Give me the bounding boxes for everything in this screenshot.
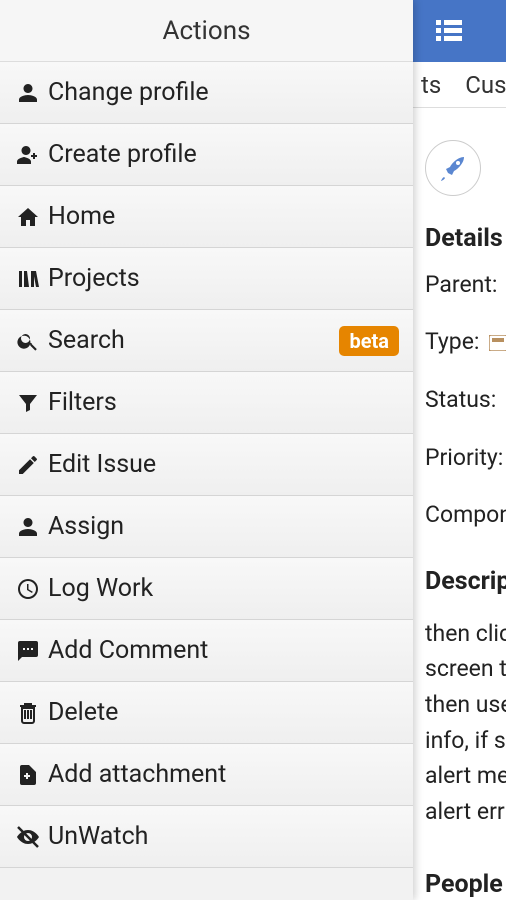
person-icon — [14, 81, 42, 105]
menu-item-home[interactable]: Home — [0, 186, 413, 248]
trash-icon — [14, 701, 42, 725]
edit-icon — [14, 453, 42, 477]
menu-item-label: Edit Issue — [48, 450, 399, 479]
person-plus-icon — [14, 143, 42, 167]
menu-item-projects[interactable]: Projects — [0, 248, 413, 310]
beta-badge: beta — [339, 326, 399, 356]
issue-detail-panel: ts Cus Details Parent: Type: Status: Pri… — [413, 0, 506, 900]
drawer-title: Actions — [0, 0, 413, 62]
eye-slash-icon — [14, 825, 42, 849]
tab-item[interactable]: ts — [421, 71, 441, 99]
menu-item-filters[interactable]: Filters — [0, 372, 413, 434]
menu-item-add-comment[interactable]: Add Comment — [0, 620, 413, 682]
menu-item-label: Add Comment — [48, 636, 399, 665]
menu-item-label: Filters — [48, 388, 399, 417]
person-icon — [14, 515, 42, 539]
drawer-menu: Change profile Create profile Home Projects… — [0, 62, 413, 868]
comment-icon — [14, 639, 42, 663]
menu-item-edit-issue[interactable]: Edit Issue — [0, 434, 413, 496]
projects-icon — [14, 267, 42, 291]
components-field-label: Compon — [425, 497, 506, 533]
list-button[interactable] — [429, 11, 469, 51]
rocket-icon — [434, 149, 472, 187]
menu-item-change-profile[interactable]: Change profile — [0, 62, 413, 124]
list-icon — [436, 20, 462, 42]
issue-detail-body: Details Parent: Type: Status: Priority: … — [413, 108, 506, 900]
menu-item-create-profile[interactable]: Create profile — [0, 124, 413, 186]
menu-item-label: Delete — [48, 698, 399, 727]
parent-field-label: Parent: — [425, 267, 506, 303]
type-badge-icon — [489, 335, 506, 351]
project-avatar — [425, 140, 481, 196]
menu-item-label: Add attachment — [48, 760, 399, 789]
filter-icon — [14, 391, 42, 415]
menu-item-label: Create profile — [48, 140, 399, 169]
type-field-label: Type: — [425, 324, 506, 360]
menu-item-delete[interactable]: Delete — [0, 682, 413, 744]
file-plus-icon — [14, 763, 42, 787]
toolbar — [413, 0, 506, 62]
menu-item-assign[interactable]: Assign — [0, 496, 413, 558]
menu-item-unwatch[interactable]: UnWatch — [0, 806, 413, 868]
menu-item-label: Home — [48, 202, 399, 231]
description-text: then clic screen t then use info, if s a… — [425, 616, 506, 830]
people-heading: People — [425, 866, 506, 900]
menu-item-search[interactable]: Searchbeta — [0, 310, 413, 372]
description-heading: Descript — [425, 563, 506, 602]
menu-item-label: Search — [48, 326, 339, 355]
menu-item-label: UnWatch — [48, 822, 399, 851]
menu-item-label: Assign — [48, 512, 399, 541]
priority-field-label: Priority: — [425, 440, 506, 476]
tab-row: ts Cus — [413, 62, 506, 108]
clock-icon — [14, 577, 42, 601]
menu-item-label: Change profile — [48, 78, 399, 107]
actions-drawer: Actions Change profile Create profile Home… — [0, 0, 413, 900]
details-heading: Details — [425, 220, 506, 259]
menu-item-label: Log Work — [48, 574, 399, 603]
home-icon — [14, 205, 42, 229]
menu-item-label: Projects — [48, 264, 399, 293]
status-field-label: Status: — [425, 382, 506, 418]
search-icon — [14, 329, 42, 353]
tab-item[interactable]: Cus — [465, 71, 506, 99]
menu-item-add-attachment[interactable]: Add attachment — [0, 744, 413, 806]
menu-item-log-work[interactable]: Log Work — [0, 558, 413, 620]
